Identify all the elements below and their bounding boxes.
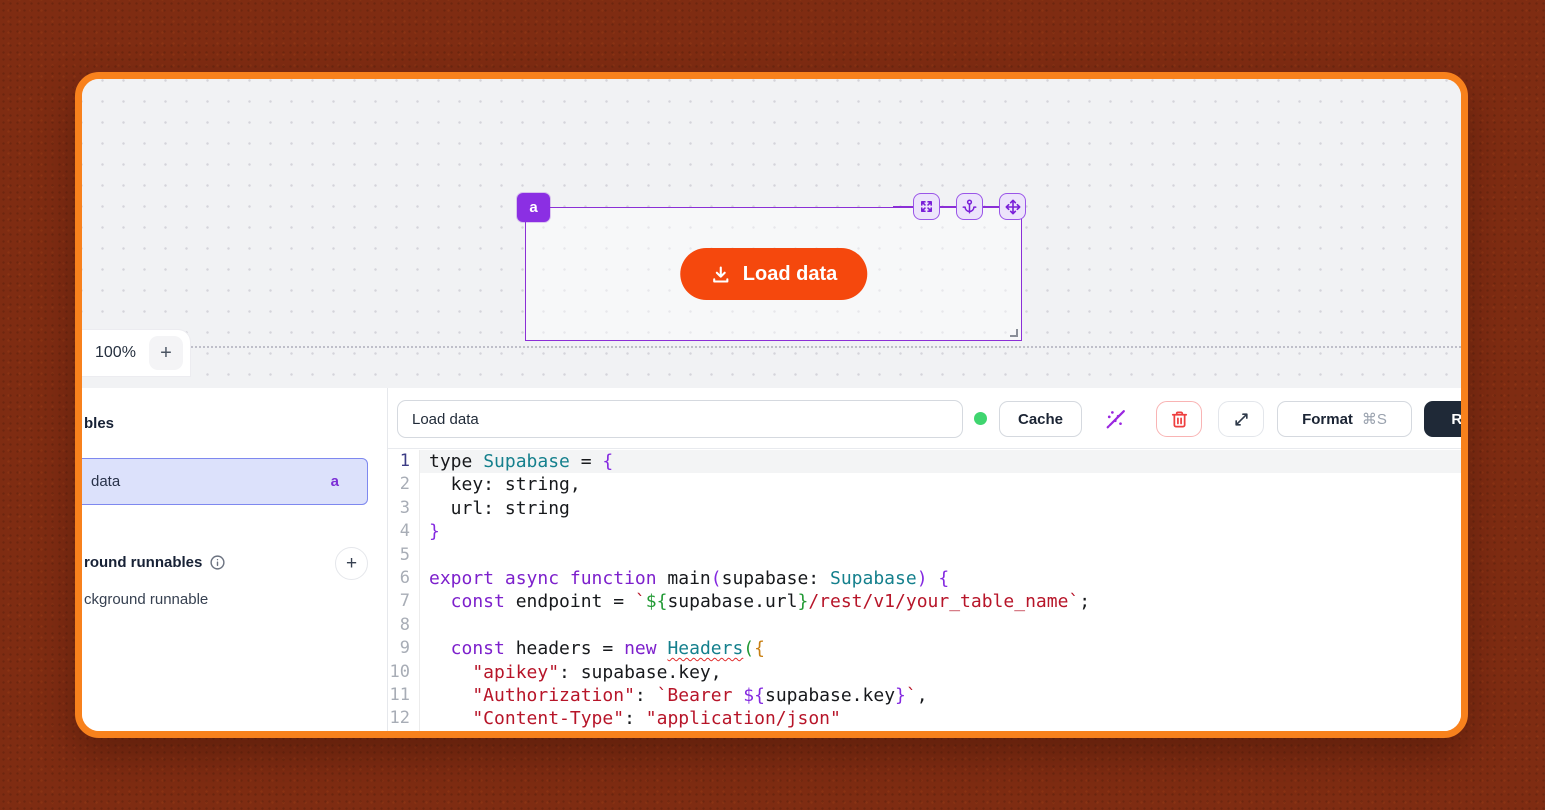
format-button[interactable]: Format ⌘S — [1277, 401, 1412, 437]
code-line[interactable]: 6export async function main(supabase: Su… — [388, 567, 1461, 590]
component-toolbar — [913, 193, 1026, 220]
fullscreen-editor-button[interactable] — [1218, 401, 1264, 437]
expand-icon[interactable] — [913, 193, 940, 220]
line-number: 12 — [388, 707, 420, 730]
move-icon[interactable] — [999, 193, 1026, 220]
line-content: key: string, — [420, 473, 1461, 496]
code-line[interactable]: 8 — [388, 614, 1461, 637]
app-canvas[interactable]: a — [82, 79, 1461, 388]
line-content: "Authorization": `Bearer ${supabase.key}… — [420, 684, 1461, 707]
format-shortcut: ⌘S — [1362, 410, 1387, 428]
cache-button[interactable]: Cache — [999, 401, 1082, 437]
canvas-row-separator — [82, 346, 1461, 348]
code-editor[interactable]: 1type Supabase = {2 key: string,3 url: s… — [388, 449, 1461, 731]
line-number: 4 — [388, 520, 420, 543]
code-line[interactable]: 10 "apikey": supabase.key, — [388, 661, 1461, 684]
runnable-item-selected[interactable]: data a — [75, 458, 368, 505]
line-content: type Supabase = { — [420, 450, 1461, 473]
format-label: Format — [1302, 411, 1353, 428]
line-content: url: string — [420, 497, 1461, 520]
code-line[interactable]: 5 — [388, 544, 1461, 567]
code-line[interactable]: 4} — [388, 520, 1461, 543]
line-number: 11 — [388, 684, 420, 707]
code-line[interactable]: 1type Supabase = { — [388, 450, 1461, 473]
line-number: 10 — [388, 661, 420, 684]
line-content: "apikey": supabase.key, — [420, 661, 1461, 684]
code-line[interactable]: 2 key: string, — [388, 473, 1461, 496]
code-line[interactable]: 3 url: string — [388, 497, 1461, 520]
zoom-control: 100% + — [75, 330, 190, 376]
magic-wand-icon[interactable] — [1100, 401, 1130, 437]
code-line[interactable]: 11 "Authorization": `Bearer ${supabase.k… — [388, 684, 1461, 707]
runnables-sidebar: bles data a round runnables + ckground r… — [82, 388, 388, 731]
line-number: 3 — [388, 497, 420, 520]
zoom-in-button[interactable]: + — [149, 336, 183, 370]
runnable-item-label: data — [91, 473, 120, 490]
line-content: const headers = new Headers({ — [420, 637, 1461, 660]
zoom-level: 100% — [95, 344, 136, 362]
line-content: export async function main(supabase: Sup… — [420, 567, 1461, 590]
component-id-badge: a — [517, 193, 550, 222]
download-icon — [710, 264, 731, 285]
trash-icon — [1170, 410, 1189, 429]
diagonal-expand-icon — [1233, 411, 1250, 428]
line-content: } — [420, 520, 1461, 543]
line-number: 6 — [388, 567, 420, 590]
runnable-name-input[interactable] — [397, 400, 963, 438]
background-runnable-item[interactable]: ckground runnable — [84, 591, 208, 608]
run-button[interactable]: Run — [1424, 401, 1468, 437]
code-lines: 1type Supabase = {2 key: string,3 url: s… — [388, 450, 1461, 731]
editor-toolbar: Cache — [388, 388, 1461, 449]
app-window: a — [75, 72, 1468, 738]
line-number: 7 — [388, 590, 420, 613]
line-content — [420, 614, 1461, 637]
anchor-icon[interactable] — [956, 193, 983, 220]
bottom-panel: bles data a round runnables + ckground r… — [82, 388, 1461, 731]
selected-button-component[interactable]: a — [525, 207, 1022, 341]
status-dot — [974, 412, 987, 425]
editor-panel: Cache — [388, 388, 1461, 731]
add-background-runnable-button[interactable]: + — [335, 547, 368, 580]
resize-handle[interactable] — [1010, 329, 1018, 337]
background-runnables-heading-label: round runnables — [84, 554, 202, 571]
line-number: 5 — [388, 544, 420, 567]
load-data-button-label: Load data — [743, 263, 837, 286]
code-line[interactable]: 12 "Content-Type": "application/json" — [388, 707, 1461, 730]
line-number: 9 — [388, 637, 420, 660]
line-number: 2 — [388, 473, 420, 496]
background-runnables-heading: round runnables — [84, 554, 226, 571]
info-icon[interactable] — [209, 554, 226, 571]
line-content: "Content-Type": "application/json" — [420, 707, 1461, 730]
code-line[interactable]: 7 const endpoint = `${supabase.url}/rest… — [388, 590, 1461, 613]
delete-button[interactable] — [1156, 401, 1202, 437]
line-content — [420, 544, 1461, 567]
line-number: 1 — [388, 450, 420, 473]
load-data-button[interactable]: Load data — [680, 248, 867, 300]
runnables-heading: bles — [84, 415, 114, 432]
line-content: const endpoint = `${supabase.url}/rest/v… — [420, 590, 1461, 613]
runnable-item-badge: a — [331, 473, 339, 490]
line-number: 8 — [388, 614, 420, 637]
code-line[interactable]: 9 const headers = new Headers({ — [388, 637, 1461, 660]
